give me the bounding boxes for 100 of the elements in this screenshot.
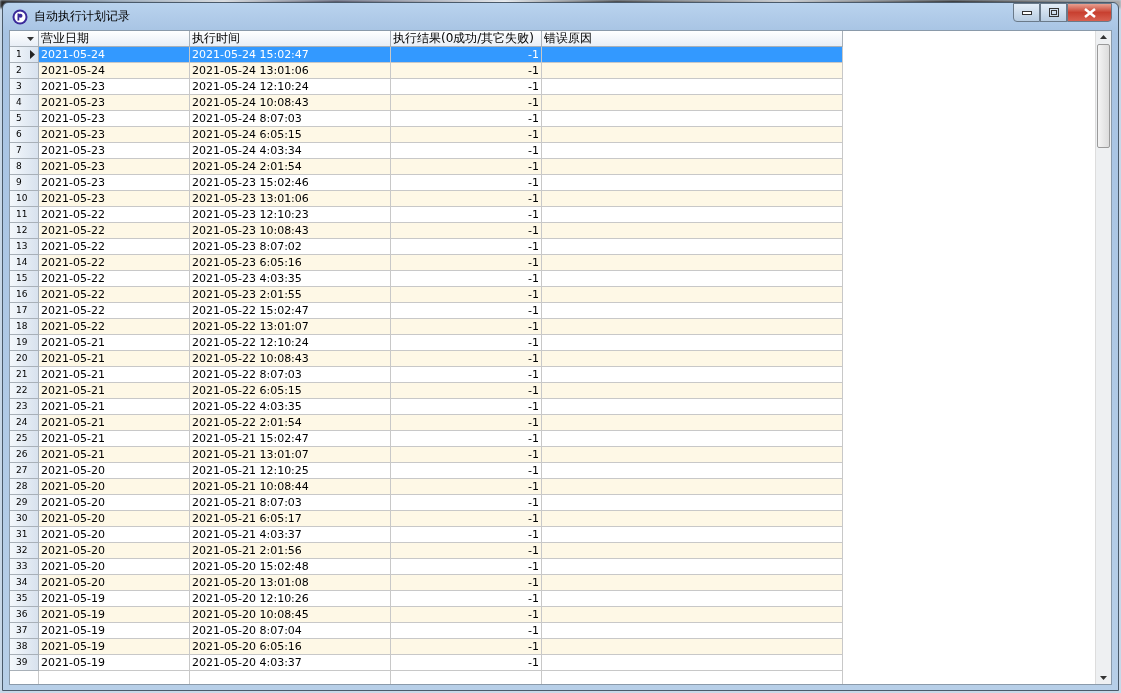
table-cell: 2021-05-21 (39, 415, 190, 431)
table-cell: -1 (391, 95, 542, 111)
table-row[interactable]: 2 2021-05-24 2021-05-24 13:01:06 -1 (10, 63, 1095, 79)
table-cell: 2021-05-21 (39, 383, 190, 399)
table-cell: 2021-05-20 10:08:45 (190, 607, 391, 623)
table-row[interactable]: 1 2021-05-24 2021-05-24 15:02:47 -1 (10, 47, 1095, 63)
table-cell: 2021-05-23 6:05:16 (190, 255, 391, 271)
table-cell: 2021-05-21 13:01:07 (190, 447, 391, 463)
table-row[interactable]: 4 2021-05-23 2021-05-24 10:08:43 -1 (10, 95, 1095, 111)
table-cell: 2021-05-20 6:05:16 (190, 639, 391, 655)
column-header[interactable]: 执行时间 (190, 31, 391, 47)
table-cell: 2021-05-24 15:02:47 (190, 47, 391, 63)
dropdown-icon (27, 36, 34, 41)
table-cell: 2021-05-23 (39, 95, 190, 111)
table-cell: -1 (391, 543, 542, 559)
table-cell: 2021-05-24 2:01:54 (190, 159, 391, 175)
scroll-thumb[interactable] (1097, 44, 1110, 148)
row-number: 31 (10, 527, 39, 543)
table-cell: 2021-05-22 6:05:15 (190, 383, 391, 399)
table-row[interactable]: 10 2021-05-23 2021-05-23 13:01:06 -1 (10, 191, 1095, 207)
table-cell: -1 (391, 479, 542, 495)
row-number: 16 (10, 287, 39, 303)
table-cell: 2021-05-23 (39, 191, 190, 207)
table-row[interactable]: 36 2021-05-19 2021-05-20 10:08:45 -1 (10, 607, 1095, 623)
table-cell: 2021-05-23 2:01:55 (190, 287, 391, 303)
table-cell: 2021-05-24 (39, 63, 190, 79)
table-row[interactable]: 14 2021-05-22 2021-05-23 6:05:16 -1 (10, 255, 1095, 271)
table-cell: -1 (391, 655, 542, 671)
table-row[interactable]: 32 2021-05-20 2021-05-21 2:01:56 -1 (10, 543, 1095, 559)
row-number: 14 (10, 255, 39, 271)
table-cell: 2021-05-19 (39, 639, 190, 655)
column-header[interactable]: 营业日期 (39, 31, 190, 47)
row-number: 19 (10, 335, 39, 351)
table-cell: -1 (391, 511, 542, 527)
table-cell: 2021-05-22 (39, 223, 190, 239)
row-number: 36 (10, 607, 39, 623)
table-cell: 2021-05-21 10:08:44 (190, 479, 391, 495)
current-row-icon (30, 50, 35, 59)
table-cell: 2021-05-22 10:08:43 (190, 351, 391, 367)
close-button[interactable] (1067, 3, 1112, 22)
table-cell: -1 (391, 223, 542, 239)
column-header[interactable]: 执行结果(0成功/其它失败) (391, 31, 542, 47)
vertical-scrollbar[interactable] (1095, 31, 1111, 684)
table-row[interactable]: 30 2021-05-20 2021-05-21 6:05:17 -1 (10, 511, 1095, 527)
table-row[interactable]: 6 2021-05-23 2021-05-24 6:05:15 -1 (10, 127, 1095, 143)
app-logo-icon (12, 8, 28, 25)
row-number: 30 (10, 511, 39, 527)
column-header[interactable]: 错误原因 (542, 31, 843, 47)
table-cell: 2021-05-23 (39, 159, 190, 175)
row-number: 3 (10, 79, 39, 95)
table-cell: 2021-05-22 (39, 319, 190, 335)
minimize-button[interactable] (1013, 3, 1040, 22)
table-row[interactable]: 34 2021-05-20 2021-05-20 13:01:08 -1 (10, 575, 1095, 591)
table-cell: 2021-05-23 (39, 127, 190, 143)
table-row[interactable]: 22 2021-05-21 2021-05-22 6:05:15 -1 (10, 383, 1095, 399)
row-number: 39 (10, 655, 39, 671)
table-cell: -1 (391, 47, 542, 63)
table-row[interactable]: 16 2021-05-22 2021-05-23 2:01:55 -1 (10, 287, 1095, 303)
table-cell: 2021-05-21 6:05:17 (190, 511, 391, 527)
table-row[interactable]: 18 2021-05-22 2021-05-22 13:01:07 -1 (10, 319, 1095, 335)
table-cell: 2021-05-20 (39, 479, 190, 495)
table-cell: 2021-05-20 4:03:37 (190, 655, 391, 671)
table-cell: -1 (391, 287, 542, 303)
table-cell: -1 (391, 383, 542, 399)
row-number: 29 (10, 495, 39, 511)
table-cell: -1 (391, 159, 542, 175)
table-row[interactable]: 20 2021-05-21 2021-05-22 10:08:43 -1 (10, 351, 1095, 367)
row-number: 25 (10, 431, 39, 447)
maximize-button[interactable] (1040, 3, 1067, 22)
table-cell: 2021-05-24 10:08:43 (190, 95, 391, 111)
row-number: 21 (10, 367, 39, 383)
table-cell: 2021-05-20 (39, 575, 190, 591)
row-number: 23 (10, 399, 39, 415)
table-row[interactable]: 28 2021-05-20 2021-05-21 10:08:44 -1 (10, 479, 1095, 495)
window-title: 自动执行计划记录 (34, 8, 130, 25)
row-number: 13 (10, 239, 39, 255)
column-menu-header[interactable] (10, 31, 39, 47)
table-row[interactable]: 39 2021-05-19 2021-05-20 4:03:37 -1 (10, 655, 1095, 671)
table-cell: -1 (391, 127, 542, 143)
table-cell: -1 (391, 63, 542, 79)
table-cell: 2021-05-20 13:01:08 (190, 575, 391, 591)
table-row[interactable]: 8 2021-05-23 2021-05-24 2:01:54 -1 (10, 159, 1095, 175)
row-number: 38 (10, 639, 39, 655)
row-number: 24 (10, 415, 39, 431)
row-number: 35 (10, 591, 39, 607)
table-cell: 2021-05-24 13:01:06 (190, 63, 391, 79)
table-row[interactable]: 26 2021-05-21 2021-05-21 13:01:07 -1 (10, 447, 1095, 463)
row-number: 11 (10, 207, 39, 223)
minimize-icon (1021, 10, 1032, 15)
row-number: 2 (10, 63, 39, 79)
row-number: 4 (10, 95, 39, 111)
table-row[interactable]: 12 2021-05-22 2021-05-23 10:08:43 -1 (10, 223, 1095, 239)
table-cell: -1 (391, 607, 542, 623)
table-row[interactable]: 24 2021-05-21 2021-05-22 2:01:54 -1 (10, 415, 1095, 431)
close-icon (1083, 7, 1096, 18)
row-number: 32 (10, 543, 39, 559)
row-number: 10 (10, 191, 39, 207)
row-number: 17 (10, 303, 39, 319)
table-row[interactable]: 38 2021-05-19 2021-05-20 6:05:16 -1 (10, 639, 1095, 655)
row-number: 1 (10, 47, 39, 63)
